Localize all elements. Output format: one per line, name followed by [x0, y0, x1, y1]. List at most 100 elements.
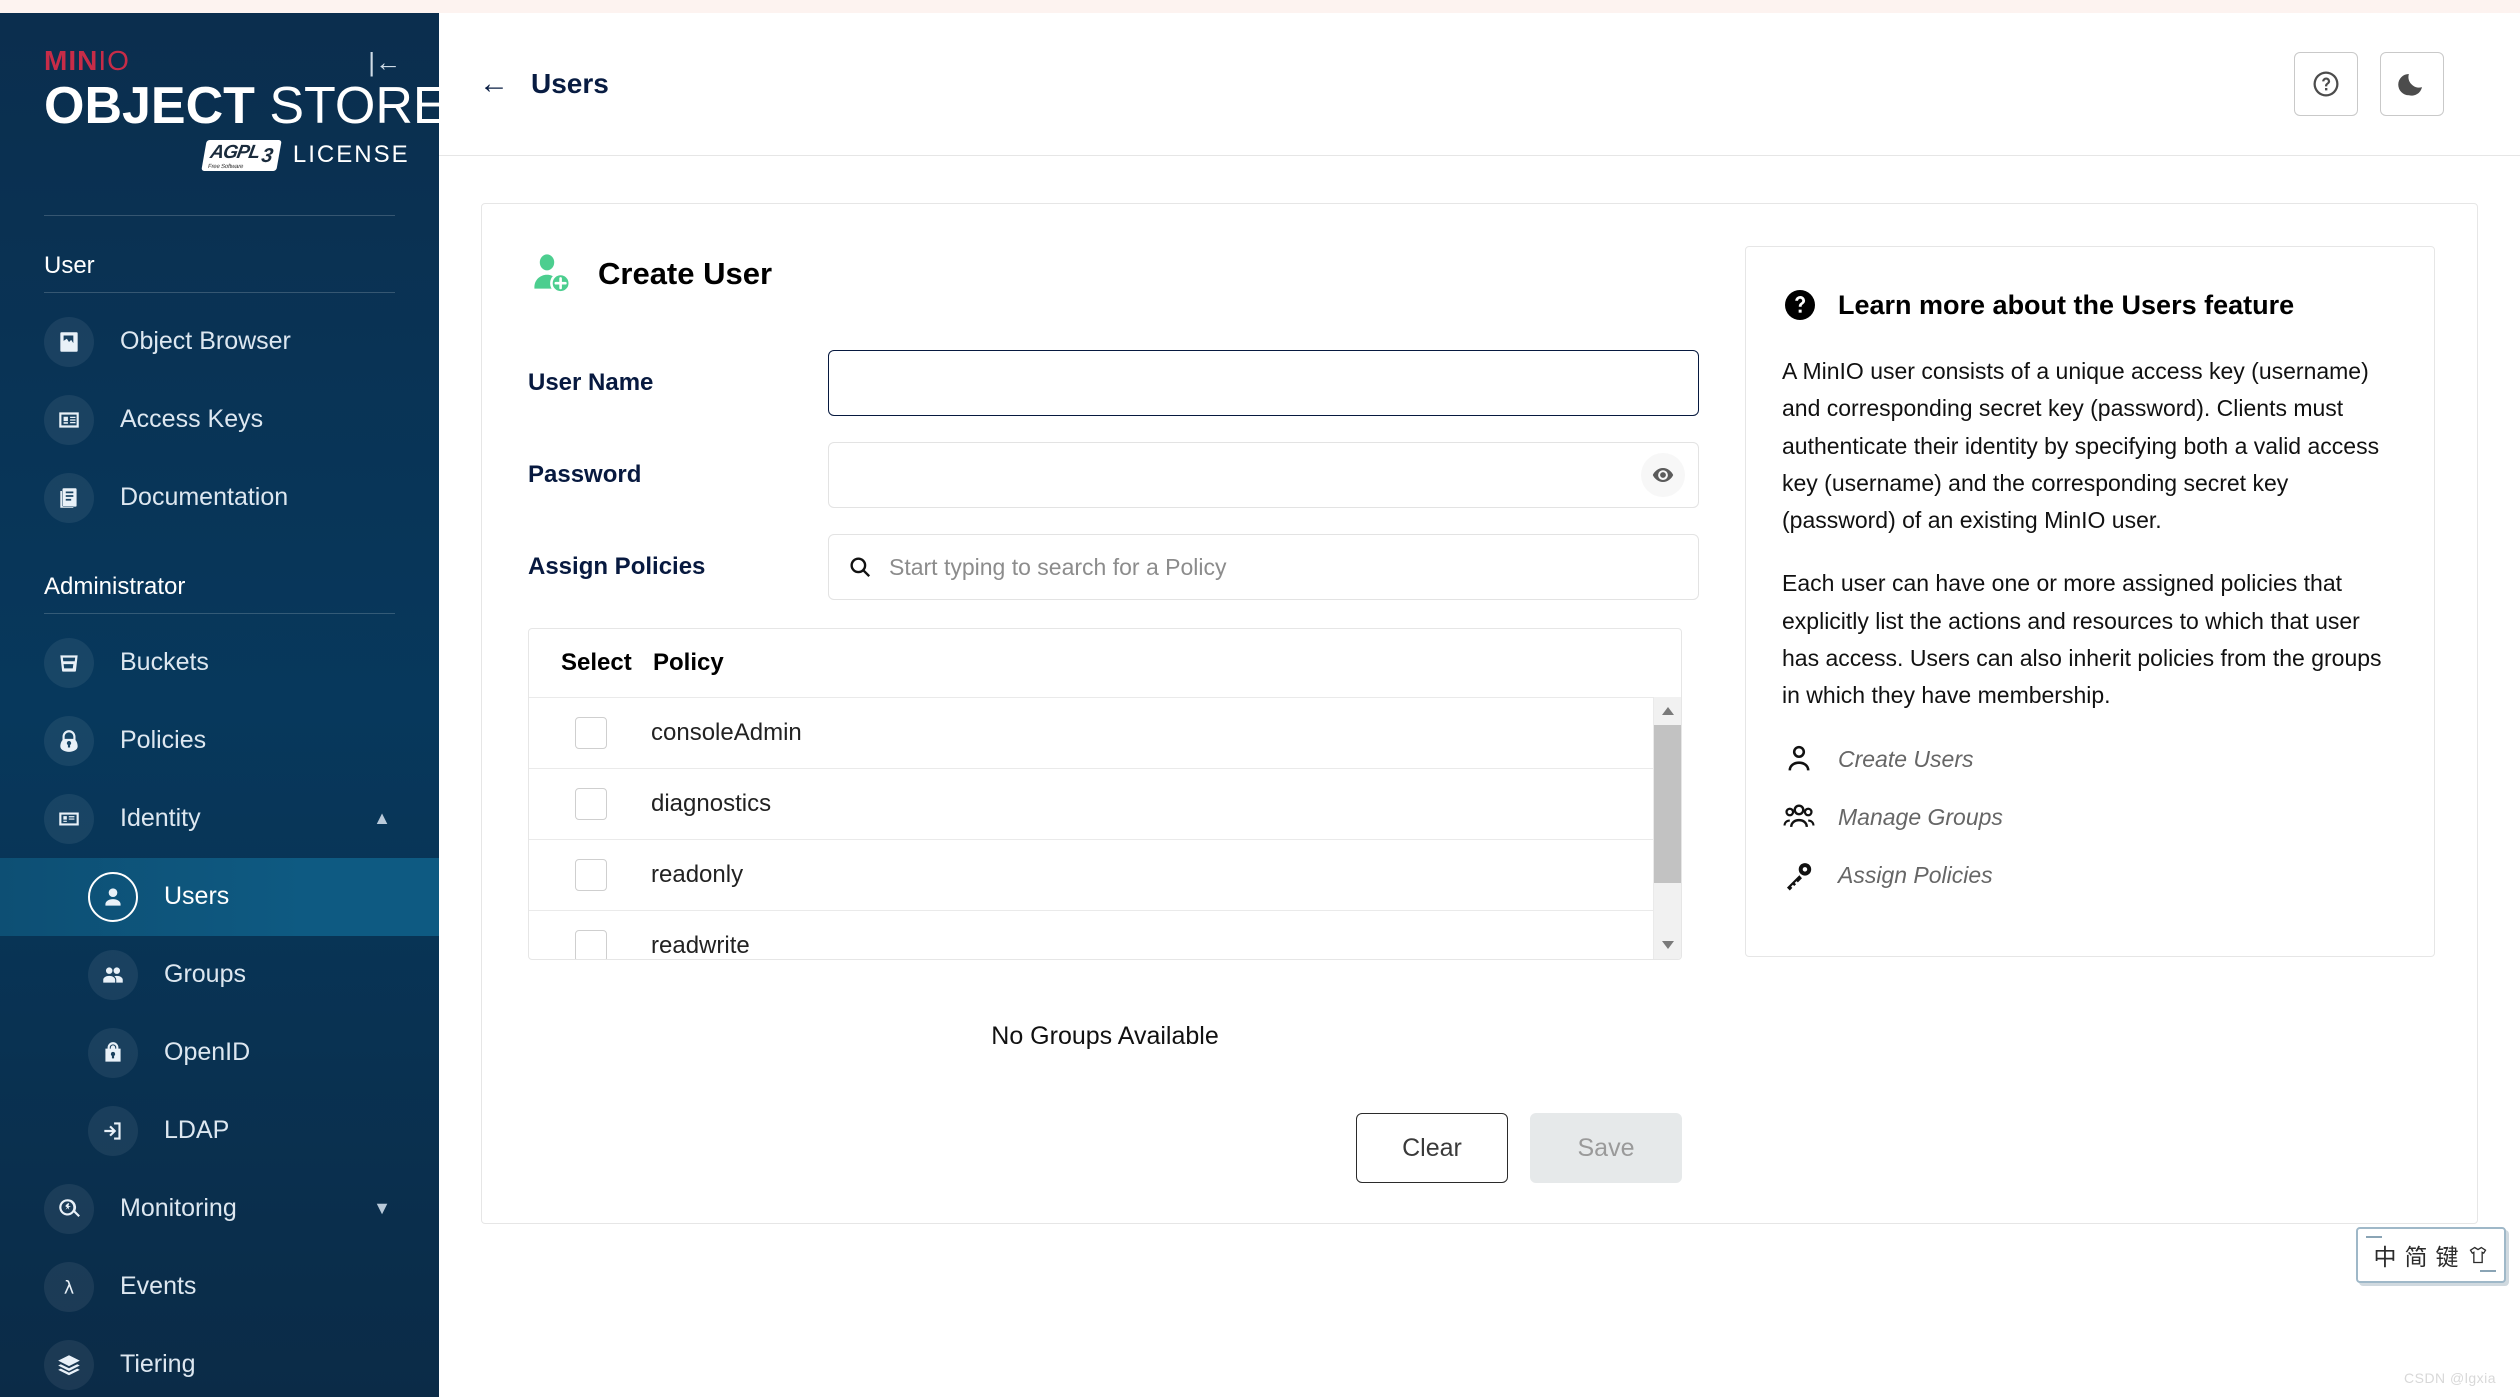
eye-icon[interactable]: [1641, 453, 1685, 497]
license-row: AGPL Free Software 3 LICENSE: [44, 139, 439, 171]
link-assign-policies[interactable]: Assign Policies: [1782, 858, 2398, 892]
sidebar-section-administrator: Administrator: [44, 572, 186, 600]
openid-lock-icon: [88, 1027, 138, 1078]
create-user-form: Create User User Name Password Assign Po…: [482, 204, 1745, 1223]
single-user-icon: [1788, 746, 1810, 771]
table-row[interactable]: readwrite: [529, 910, 1681, 959]
policy-name: readwrite: [651, 932, 750, 959]
learn-more-title: Learn more about the Users feature: [1838, 289, 2295, 320]
sidebar-item-label: Events: [120, 1272, 197, 1301]
form-actions: Clear Save: [528, 1113, 1682, 1183]
scrollbar-thumb[interactable]: [1654, 725, 1681, 883]
policy-checkbox[interactable]: [575, 859, 607, 891]
scroll-down-arrow-icon[interactable]: [1660, 931, 1676, 959]
table-row[interactable]: consoleAdmin: [529, 697, 1681, 768]
link-label: Manage Groups: [1838, 803, 2003, 830]
section-rule: [44, 291, 395, 293]
ime-mode-chinese[interactable]: 中: [2370, 1238, 2397, 1272]
table-row[interactable]: diagnostics: [529, 768, 1681, 839]
content-area: Create User User Name Password Assign Po…: [439, 156, 2520, 1224]
chevron-down-icon[interactable]: ▼: [373, 1198, 391, 1219]
clear-button[interactable]: Clear: [1356, 1113, 1508, 1183]
watermark: CSDN @lgxia: [2404, 1370, 2497, 1386]
policy-checkbox[interactable]: [575, 930, 607, 959]
shirt-theme-icon[interactable]: [2467, 1245, 2489, 1265]
policy-checkbox[interactable]: [575, 717, 607, 749]
section-rule: [44, 612, 395, 614]
ime-toolbar[interactable]: 中 简 键: [2356, 1227, 2506, 1283]
top-strip: [0, 0, 2520, 13]
policy-search-input[interactable]: Start typing to search for a Policy: [828, 534, 1699, 600]
username-row: User Name: [528, 350, 1699, 416]
sidebar-item-events[interactable]: λ Events: [0, 1248, 439, 1326]
sidebar-item-label: Monitoring: [120, 1194, 237, 1223]
add-user-icon: [534, 254, 572, 294]
sidebar-item-access-keys[interactable]: Access Keys: [0, 381, 439, 459]
sidebar-item-openid[interactable]: OpenID: [0, 1014, 439, 1092]
sidebar-item-policies[interactable]: Policies: [0, 702, 439, 780]
link-label: Assign Policies: [1838, 861, 1993, 888]
sidebar-item-identity[interactable]: Identity ▲: [0, 780, 439, 858]
help-button[interactable]: [2294, 52, 2358, 116]
policy-checkbox[interactable]: [575, 788, 607, 820]
groups-icon: [88, 949, 138, 1000]
password-input[interactable]: [828, 442, 1699, 508]
chevron-up-icon[interactable]: ▲: [373, 808, 391, 829]
sidebar: MINIO OBJECT STORE AGPL Free Software 3 …: [0, 13, 439, 1397]
sidebar-item-tiering[interactable]: Tiering: [0, 1326, 439, 1397]
topbar-actions: [2294, 52, 2444, 116]
assign-policies-label: Assign Policies: [528, 553, 706, 580]
events-lambda-icon: λ: [44, 1261, 94, 1312]
assign-policies-row: Assign Policies Start typing to search f…: [528, 534, 1699, 600]
sidebar-item-ldap[interactable]: LDAP: [0, 1092, 439, 1170]
sidebar-item-label: OpenID: [164, 1038, 251, 1067]
username-input[interactable]: [828, 350, 1699, 416]
sidebar-item-object-browser[interactable]: Object Browser: [0, 303, 439, 381]
no-groups-message: No Groups Available: [991, 1022, 1219, 1050]
help-filled-icon: [1785, 290, 1815, 320]
sidebar-item-label: Access Keys: [120, 405, 264, 434]
search-icon: [850, 557, 871, 578]
svg-text:λ: λ: [64, 1278, 74, 1298]
back-arrow-icon[interactable]: ←: [479, 69, 509, 99]
sidebar-item-buckets[interactable]: Buckets: [0, 624, 439, 702]
table-row[interactable]: readonly: [529, 839, 1681, 910]
ime-script-simplified[interactable]: 简: [2401, 1238, 2428, 1272]
link-label: Create Users: [1838, 745, 1974, 772]
sidebar-item-documentation[interactable]: Documentation: [0, 459, 439, 537]
documentation-icon: [44, 472, 94, 523]
save-button[interactable]: Save: [1530, 1113, 1682, 1183]
scroll-up-arrow-icon[interactable]: [1660, 697, 1676, 725]
topbar: ← Users: [439, 13, 2520, 156]
sidebar-item-label: LDAP: [164, 1116, 230, 1145]
sidebar-item-groups[interactable]: Groups: [0, 936, 439, 1014]
sidebar-section-user: User: [44, 251, 95, 279]
access-keys-icon: [44, 394, 94, 445]
brand-logo[interactable]: MINIO OBJECT STORE AGPL Free Software 3 …: [0, 13, 439, 171]
learn-more-paragraph: Each user can have one or more assigned …: [1782, 570, 2382, 708]
sidebar-item-monitoring[interactable]: Monitoring ▼: [0, 1170, 439, 1248]
ime-keyboard[interactable]: 键: [2432, 1238, 2459, 1272]
sidebar-item-label: Documentation: [120, 483, 289, 512]
link-manage-groups[interactable]: Manage Groups: [1782, 800, 2398, 834]
group-users-icon: [1783, 804, 1815, 828]
app-root: MINIO OBJECT STORE AGPL Free Software 3 …: [0, 0, 2520, 1397]
link-create-users[interactable]: Create Users: [1782, 742, 2398, 776]
password-control: [828, 442, 1699, 508]
policy-name: readonly: [651, 861, 744, 888]
password-label: Password: [528, 461, 642, 488]
dark-mode-button[interactable]: [2380, 52, 2444, 116]
username-label: User Name: [528, 369, 654, 396]
policy-table-body: consoleAdmin diagnostics readonly readwr…: [529, 697, 1681, 959]
sidebar-item-users[interactable]: Users: [0, 857, 439, 936]
policy-table-scrollbar[interactable]: [1653, 697, 1681, 959]
sidebar-item-label: Groups: [164, 960, 246, 989]
column-header-policy: Policy: [653, 649, 724, 676]
collapse-sidebar-icon[interactable]: |←: [368, 49, 401, 75]
sidebar-item-label: Users: [164, 882, 230, 911]
create-user-panel: Create User User Name Password Assign Po…: [481, 203, 2478, 1224]
username-control: [828, 350, 1699, 416]
form-header: Create User: [528, 250, 1699, 298]
policy-table-header: Select Policy: [529, 629, 1681, 697]
policy-search-placeholder: Start typing to search for a Policy: [889, 553, 1227, 580]
